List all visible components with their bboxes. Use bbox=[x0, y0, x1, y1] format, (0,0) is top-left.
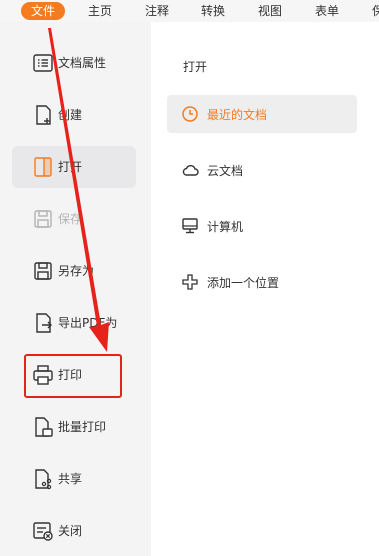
sidebar-item-open[interactable]: 打开 bbox=[12, 146, 136, 188]
open-location-label: 添加一个位置 bbox=[207, 276, 280, 290]
open-location-cloud[interactable]: 云文档 bbox=[167, 151, 357, 189]
open-section-title: 打开 bbox=[183, 60, 208, 74]
print-highlight-box bbox=[24, 354, 122, 398]
menu-bar: 文件 主页 注释 转换 视图 表单 保 bbox=[0, 0, 379, 22]
open-location-add-place[interactable]: 添加一个位置 bbox=[167, 263, 357, 301]
sidebar-item-label: 打开 bbox=[58, 160, 83, 174]
menu-file[interactable]: 文件 bbox=[21, 2, 66, 20]
computer-icon bbox=[181, 217, 199, 235]
sidebar-item-label: 批量打印 bbox=[58, 420, 107, 434]
sidebar-item-export-pdf[interactable]: 导出PDF为 bbox=[12, 302, 136, 344]
open-location-label: 计算机 bbox=[207, 220, 244, 234]
sidebar-item-label: 导出PDF为 bbox=[58, 316, 118, 330]
save-icon bbox=[32, 208, 54, 230]
share-icon bbox=[32, 468, 54, 490]
plus-icon bbox=[181, 273, 199, 291]
create-document-icon bbox=[32, 104, 54, 126]
sidebar-item-save[interactable]: 保存 bbox=[12, 198, 136, 240]
menu-form[interactable]: 表单 bbox=[315, 0, 339, 22]
sidebar-item-create[interactable]: 创建 bbox=[12, 94, 136, 136]
open-location-recent[interactable]: 最近的文档 bbox=[167, 95, 357, 133]
cloud-icon bbox=[181, 161, 199, 179]
export-pdf-icon bbox=[32, 312, 54, 334]
open-location-label: 最近的文档 bbox=[207, 108, 268, 122]
sidebar-item-batch-print[interactable]: 批量打印 bbox=[12, 406, 136, 448]
close-document-icon bbox=[32, 520, 54, 542]
sidebar-item-label: 另存为 bbox=[58, 264, 95, 278]
menu-annotate[interactable]: 注释 bbox=[145, 0, 169, 22]
sidebar-item-label: 保存 bbox=[58, 212, 83, 226]
menu-view[interactable]: 视图 bbox=[258, 0, 282, 22]
menu-home[interactable]: 主页 bbox=[88, 0, 112, 22]
sidebar-item-label: 关闭 bbox=[58, 524, 83, 538]
sidebar-item-document-properties[interactable]: 文档属性 bbox=[12, 42, 136, 84]
menu-convert[interactable]: 转换 bbox=[201, 0, 225, 22]
sidebar-item-share[interactable]: 共享 bbox=[12, 458, 136, 500]
open-location-label: 云文档 bbox=[207, 164, 244, 178]
sidebar-item-label: 创建 bbox=[58, 108, 83, 122]
save-as-icon bbox=[32, 260, 54, 282]
sidebar-item-close[interactable]: 关闭 bbox=[12, 510, 136, 552]
sidebar-item-save-as[interactable]: 另存为 bbox=[12, 250, 136, 292]
clock-icon bbox=[181, 105, 199, 123]
open-location-computer[interactable]: 计算机 bbox=[167, 207, 357, 245]
menu-protect[interactable]: 保 bbox=[372, 0, 379, 22]
sidebar-item-label: 共享 bbox=[58, 472, 83, 486]
document-properties-icon bbox=[32, 52, 54, 74]
file-sidebar: 文档属性 创建 打开 保存 另存为 导出PDF为 打印 批量打印 共享 关闭 bbox=[0, 22, 151, 556]
batch-print-icon bbox=[32, 416, 54, 438]
open-folder-icon bbox=[32, 156, 54, 178]
sidebar-item-label: 文档属性 bbox=[58, 56, 107, 70]
